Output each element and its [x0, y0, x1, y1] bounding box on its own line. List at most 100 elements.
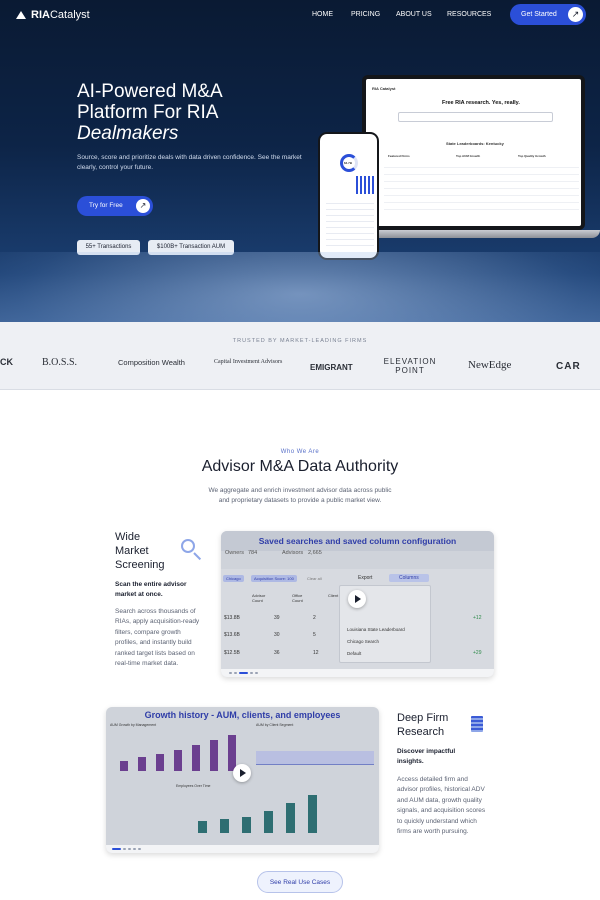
col-client: Client — [328, 593, 339, 598]
feature2-title: Deep Firm Research — [397, 711, 448, 739]
owners-label: Owners — [225, 550, 244, 556]
laptop-col3: Top Quality Growth — [518, 154, 546, 158]
section-subtitle-line1: We aggregate and enrich investment advis… — [208, 487, 392, 494]
magnifier-handle — [193, 552, 202, 561]
hero-title-line3: Dealmakers — [77, 123, 179, 144]
row1-off: 2 — [313, 615, 316, 621]
nav-link-pricing[interactable]: PRICING — [351, 11, 380, 18]
row2-adv: 30 — [274, 632, 280, 638]
trusted-by-section: TRUSTED BY MARKET-LEADING FIRMS — [0, 322, 600, 390]
logo-mark-icon — [16, 10, 27, 20]
play-button-icon[interactable] — [348, 590, 366, 608]
row3-aum: $12.5B — [224, 650, 240, 656]
get-started-label: Get Started — [521, 11, 557, 18]
hero-title: AI-Powered M&A Platform For RIA Dealmake… — [77, 81, 337, 144]
phone-list — [326, 198, 374, 246]
feature2-caption: Growth history - AUM, clients, and emplo… — [144, 710, 341, 720]
saved-item-1[interactable]: Louisiana State Leaderboard — [347, 627, 405, 632]
feature2-title-line1: Deep Firm — [397, 712, 449, 724]
laptop-col2: Top AUM Growth — [456, 154, 481, 158]
feature1-video-card[interactable]: Saved searches and saved column configur… — [221, 531, 494, 677]
carousel-dots[interactable] — [229, 672, 258, 674]
nav-link-about[interactable]: ABOUT US — [396, 11, 432, 18]
chart3-label: Employees Over Time — [176, 784, 211, 788]
brand-logo-composition: Composition Wealth — [118, 358, 185, 367]
aum-line-chart — [256, 735, 374, 765]
carousel-dots[interactable] — [112, 848, 141, 850]
hero-title-line1: AI-Powered M&A — [77, 81, 223, 102]
brand-logo-elevation: ELEVATION POINT — [383, 357, 437, 375]
trusted-label: TRUSTED BY MARKET-LEADING FIRMS — [232, 338, 368, 344]
growth-value-1: +12 — [473, 615, 482, 621]
stat-chip-transactions: 55+ Transactions — [77, 240, 140, 255]
export-button[interactable]: Export — [358, 575, 372, 581]
feature2-title-line2: Research — [397, 726, 445, 738]
magnifier-icon — [181, 539, 195, 553]
row3-off: 12 — [313, 650, 319, 656]
nav-link-resources[interactable]: RESOURCES — [447, 11, 491, 18]
brand-logo-ck: CK — [0, 357, 13, 367]
advisors-label: Advisors — [282, 550, 304, 556]
laptop-table-lines — [384, 161, 579, 216]
filter-chip-city: Chicago — [223, 575, 244, 582]
feature1-caption: Saved searches and saved column configur… — [258, 536, 457, 546]
feature1-bold: Scan the entire advisor market at once. — [115, 581, 187, 598]
nav-link-home[interactable]: HOME — [312, 11, 333, 18]
col-advisor-count: Advisor Count — [252, 593, 266, 603]
row1-aum: $13.8B — [224, 615, 240, 621]
saved-item-2[interactable]: Chicago Search — [347, 639, 379, 644]
logo[interactable]: RIA Catalyst — [16, 9, 90, 21]
growth-value-2: +29 — [473, 650, 482, 656]
see-use-cases-button[interactable]: See Real Use Cases — [257, 871, 343, 893]
section-eyebrow: Who We Are — [280, 449, 320, 455]
section-subtitle: We aggregate and enrich investment advis… — [0, 486, 600, 506]
arrow-up-right-icon: ↗ — [568, 7, 583, 22]
filter-chip-score: Acquisition Score: 100 — [251, 575, 297, 582]
employees-bar-chart — [186, 793, 326, 833]
feature2-bold: Discover impactful insights. — [397, 748, 456, 765]
section-subtitle-line2: and proprietary datasets to provide a pu… — [218, 497, 382, 504]
laptop-search — [398, 112, 553, 122]
brand-logo-car: CAR — [556, 361, 581, 372]
brand-logo-cia: Capital Investment Advisors — [214, 359, 283, 365]
phone-mockup: $4.7B — [318, 132, 379, 260]
phone-screen: $4.7B — [320, 134, 377, 258]
card-footer — [221, 669, 494, 677]
brand-logo-emigrant: EMIGRANT — [310, 363, 353, 372]
row2-off: 5 — [313, 632, 316, 638]
card-footer — [106, 845, 379, 853]
columns-button[interactable]: Columns — [389, 574, 429, 582]
feature2-video-card[interactable]: Growth history - AUM, clients, and emplo… — [106, 707, 379, 853]
laptop-brand: RIA Catalyst — [372, 86, 396, 91]
chart1-label: AUM Growth by Management — [110, 723, 157, 727]
laptop-col1: Featured Firms — [388, 154, 410, 158]
clear-all-link[interactable]: Clear all — [307, 576, 322, 581]
section-title: Advisor M&A Data Authority — [201, 458, 399, 475]
feature1-title-line3: Screening — [115, 559, 165, 571]
brand-logo-boss: B.O.S.S. — [42, 357, 78, 368]
hero-title-line2: Platform For RIA — [77, 102, 219, 123]
phone-bars — [356, 176, 374, 194]
aum-bar-chart — [116, 731, 246, 771]
phone-score: $4.7B — [344, 161, 353, 165]
saved-item-3[interactable]: Default — [347, 651, 361, 656]
try-free-label: Try for Free — [89, 202, 123, 209]
advisors-value: 2,665 — [308, 550, 322, 556]
laptop-headline: Free RIA research. Yes, really. — [442, 100, 520, 106]
feature1-title-line1: Wide — [115, 531, 141, 543]
feature1-text: Search across thousands of RIAs, apply a… — [115, 608, 200, 668]
try-free-button[interactable]: Try for Free ↗ — [77, 196, 153, 216]
stat-chip-aum: $100B+ Transaction AUM — [148, 240, 234, 255]
top-nav: RIA Catalyst HOME PRICING ABOUT US RESOU… — [0, 0, 600, 30]
get-started-button[interactable]: Get Started ↗ — [510, 4, 586, 25]
building-icon — [471, 716, 483, 732]
hero-section: RIA Catalyst HOME PRICING ABOUT US RESOU… — [0, 0, 600, 322]
laptop-base — [352, 230, 600, 238]
play-button-icon[interactable] — [233, 764, 251, 782]
chart2-label: AUM by Client Segment — [256, 723, 294, 727]
laptop-mockup: RIA Catalyst Free RIA research. Yes, rea… — [362, 75, 585, 230]
col-office-count: Office Count — [292, 593, 303, 603]
row3-adv: 36 — [274, 650, 280, 656]
laptop-screen: RIA Catalyst Free RIA research. Yes, rea… — [366, 79, 581, 226]
hero-subtitle: Source, score and prioritize deals with … — [77, 154, 302, 171]
